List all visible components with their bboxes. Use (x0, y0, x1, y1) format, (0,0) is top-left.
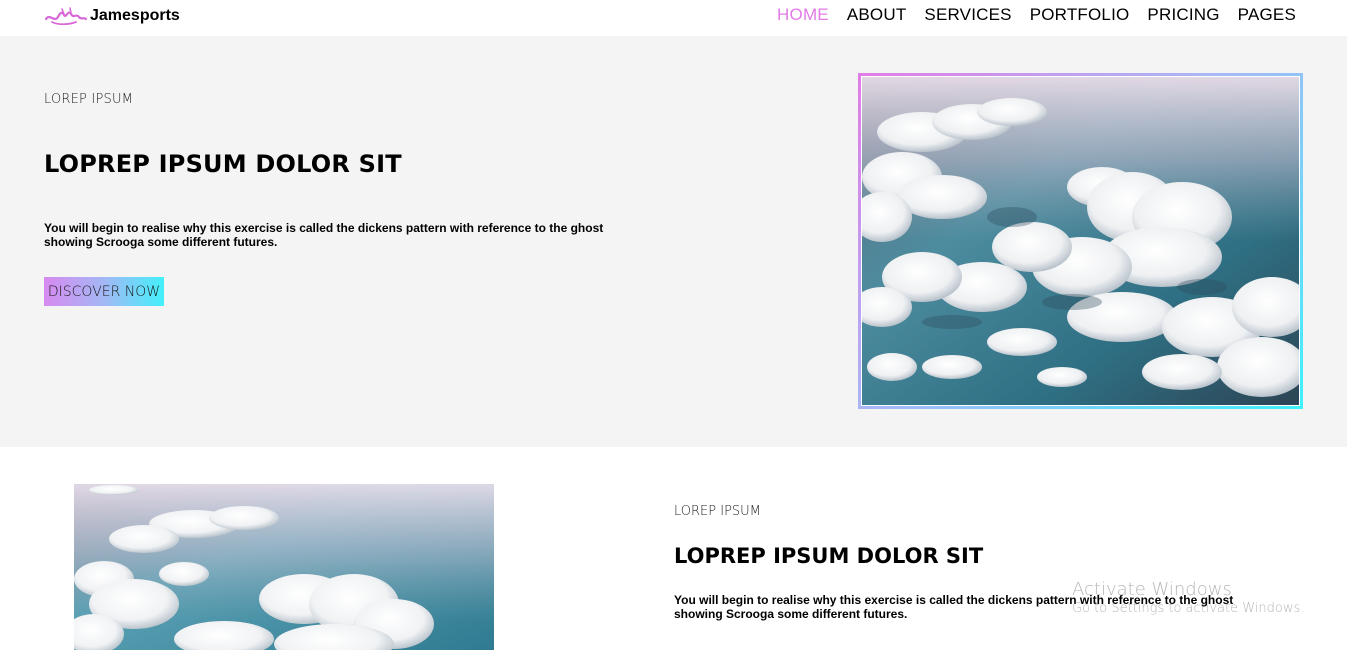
discover-now-button[interactable]: DISCOVER NOW (44, 277, 164, 306)
nav-item-pricing[interactable]: PRICING (1147, 5, 1219, 25)
brand-logo-icon (44, 7, 88, 26)
hero-section: LOREP IPSUM LOPREP IPSUM DOLOR SIT You w… (0, 36, 1347, 447)
nav-item-about[interactable]: ABOUT (847, 5, 907, 25)
feature-eyebrow: LOREP IPSUM (674, 504, 761, 519)
feature-description: You will begin to realise why this exerc… (674, 593, 1234, 621)
brand-link[interactable]: Jamesports (44, 5, 180, 27)
hero-image-frame (858, 73, 1303, 409)
nav-item-services[interactable]: SERVICES (924, 5, 1011, 25)
nav-item-pages[interactable]: PAGES (1238, 5, 1296, 25)
hero-description: You will begin to realise why this exerc… (44, 221, 604, 249)
feature-image (74, 484, 494, 650)
main-nav: HOME ABOUT SERVICES PORTFOLIO PRICING PA… (759, 5, 1296, 25)
hero-title: LOPREP IPSUM DOLOR SIT (44, 150, 402, 178)
nav-item-home[interactable]: HOME (777, 5, 829, 25)
nav-item-portfolio[interactable]: PORTFOLIO (1030, 5, 1130, 25)
hero-cloud-image (862, 77, 1299, 405)
hero-eyebrow: LOREP IPSUM (44, 92, 134, 107)
brand-name: Jamesports (90, 7, 180, 24)
feature-section: LOREP IPSUM LOPREP IPSUM DOLOR SIT You w… (0, 447, 1347, 650)
feature-title: LOPREP IPSUM DOLOR SIT (674, 544, 984, 568)
feature-cloud-image (74, 484, 494, 650)
site-header: Jamesports HOME ABOUT SERVICES PORTFOLIO… (0, 0, 1347, 36)
